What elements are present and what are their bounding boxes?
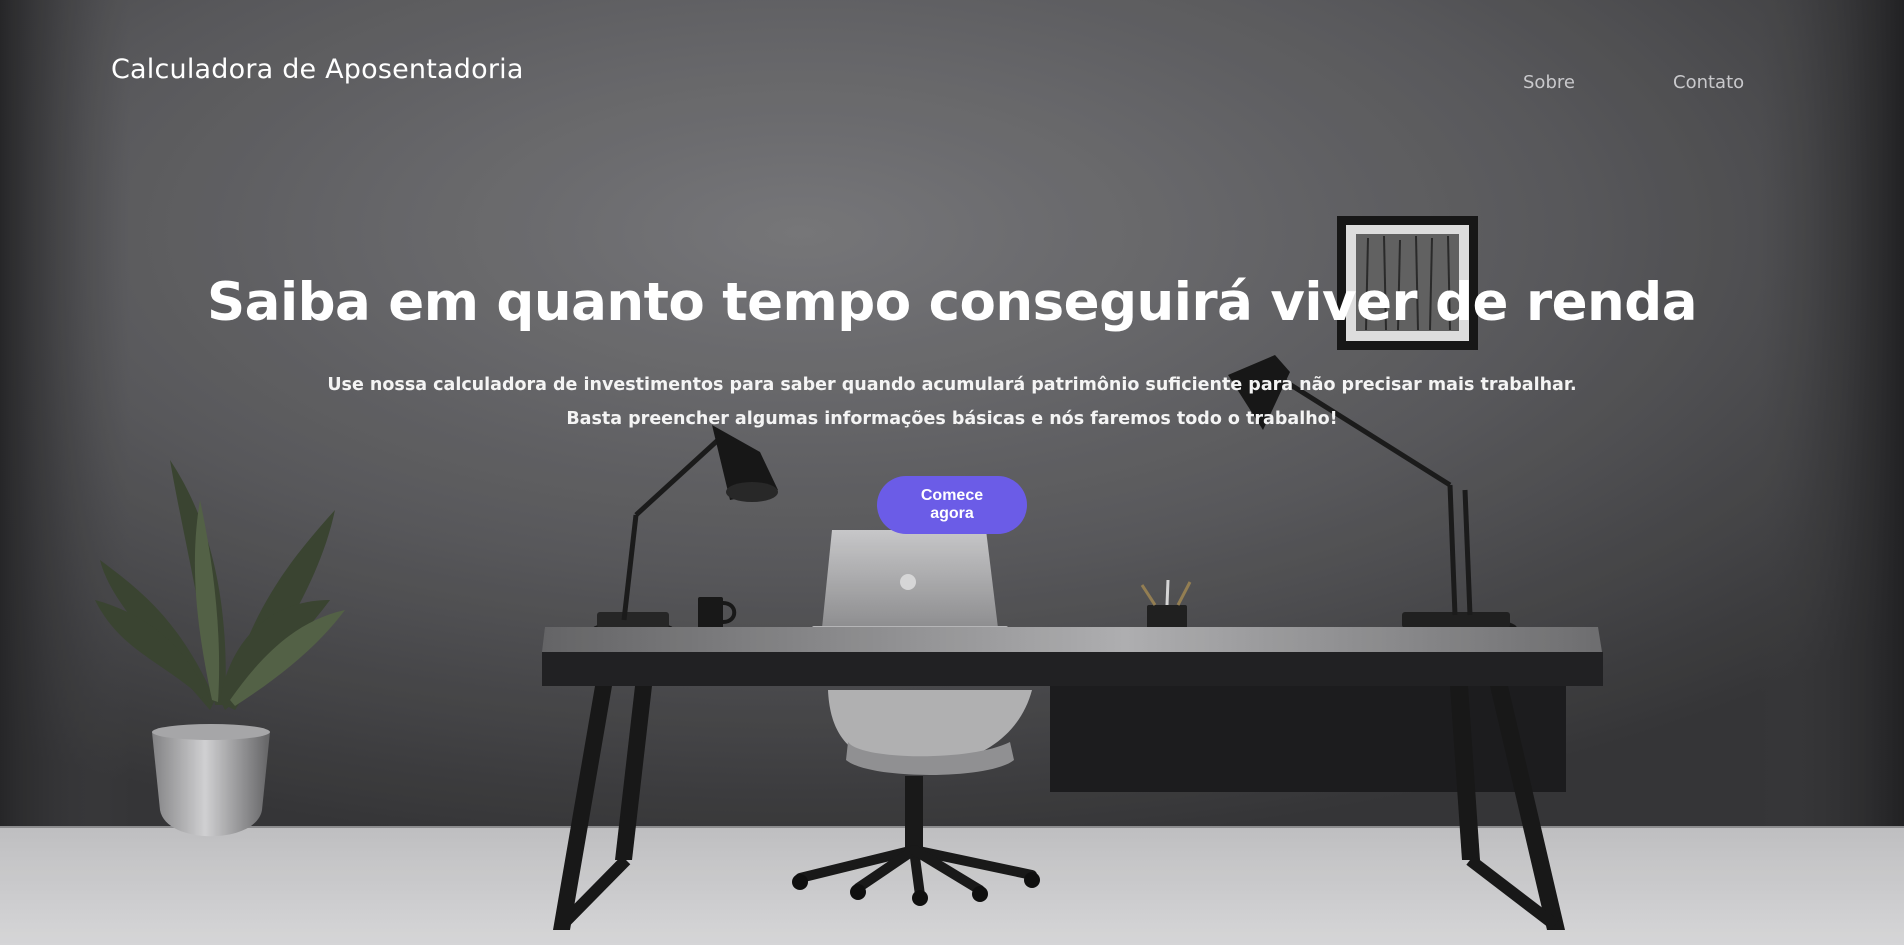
nav-link-contato[interactable]: Contato [1673, 72, 1744, 93]
hero-section: Calculadora de Aposentadoria Sobre Conta… [0, 0, 1904, 945]
start-now-button[interactable]: Comece agora [877, 476, 1027, 534]
top-nav: Sobre Contato [0, 72, 1904, 98]
nav-link-sobre[interactable]: Sobre [1523, 72, 1575, 93]
hero-background-image [0, 0, 1904, 945]
hero-subtitle: Use nossa calculadora de investimentos p… [327, 375, 1577, 429]
hero-headline: Saiba em quanto tempo conseguirá viver d… [207, 272, 1697, 333]
